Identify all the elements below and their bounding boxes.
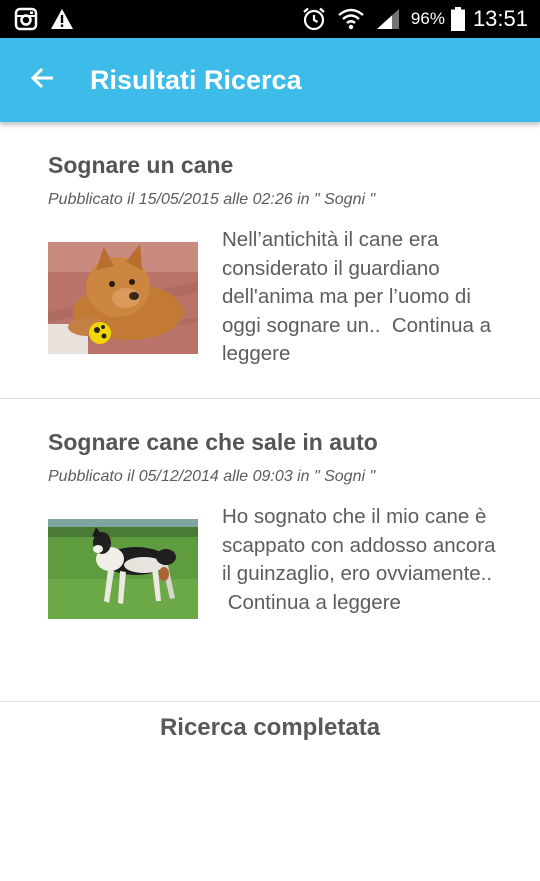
battery-percent: 96% xyxy=(410,9,445,28)
result-excerpt: Nell’antichità il cane era considerato i… xyxy=(222,226,500,369)
wifi-icon xyxy=(337,7,365,31)
instagram-icon xyxy=(14,7,38,31)
search-status: Ricerca completata xyxy=(159,714,381,741)
result-title[interactable]: Sognare un cane xyxy=(48,150,500,180)
results-list: Sognare un cane Pubblicato il 15/05/2015… xyxy=(0,122,540,742)
excerpt-text: Ho sognato che il mio cane è scappato co… xyxy=(222,505,496,585)
status-bar: 96% 13:51 xyxy=(0,0,540,38)
result-meta: Pubblicato il 15/05/2015 alle 02:26 in "… xyxy=(48,191,376,208)
clock: 13:51 xyxy=(472,6,528,31)
arrow-left-icon xyxy=(29,66,55,95)
dog-with-ball-photo[interactable] xyxy=(48,242,198,369)
signal-icon xyxy=(375,7,401,31)
back-button[interactable] xyxy=(16,54,68,106)
app-bar: Risultati Ricerca xyxy=(0,38,540,122)
read-more-link[interactable]: Continua a leggere xyxy=(222,591,401,614)
result-excerpt: Ho sognato che il mio cane è scappato co… xyxy=(222,503,500,624)
result-meta: Pubblicato il 05/12/2014 alle 09:03 in "… xyxy=(48,468,376,485)
result-item[interactable]: Sognare un cane Pubblicato il 15/05/2015… xyxy=(0,122,540,399)
page-title: Risultati Ricerca xyxy=(90,64,302,95)
warning-icon xyxy=(50,8,74,30)
dog-on-grass-photo[interactable] xyxy=(48,519,198,624)
alarm-icon xyxy=(301,6,327,32)
result-title[interactable]: Sognare cane che sale in auto xyxy=(48,427,500,457)
battery-icon xyxy=(450,7,465,31)
result-item[interactable]: Sognare cane che sale in auto Pubblicato… xyxy=(0,399,540,702)
